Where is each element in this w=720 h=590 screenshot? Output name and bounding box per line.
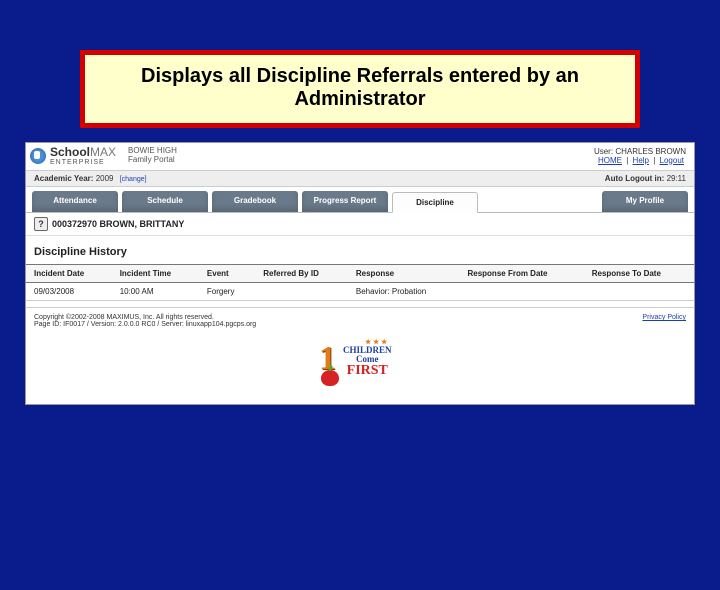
table-body: 09/03/200810:00 AMForgery Behavior: Proba… bbox=[26, 283, 694, 301]
help-icon[interactable]: ? bbox=[34, 217, 48, 231]
table-cell: 09/03/2008 bbox=[26, 283, 112, 301]
table-cell: Behavior: Probation bbox=[348, 283, 460, 301]
privacy-link[interactable]: Privacy Policy bbox=[642, 314, 686, 321]
tab-progress-report[interactable]: Progress Report bbox=[302, 191, 388, 212]
auto-logout-value: 29:11 bbox=[667, 174, 686, 183]
logout-link[interactable]: Logout bbox=[660, 156, 684, 165]
children-come-first-logo: ★ ★ ★ 1 CHILDREN Come FIRST bbox=[315, 336, 405, 392]
brand-name: SchoolMAX bbox=[50, 145, 116, 159]
auto-logout-label: Auto Logout in: bbox=[605, 174, 665, 183]
tab-attendance[interactable]: Attendance bbox=[32, 191, 118, 212]
section-title: Discipline History bbox=[26, 236, 694, 264]
col-incident-time: Incident Time bbox=[112, 265, 199, 283]
page-info: Page ID: IF0017 / Version: 2.0.0.0 RC0 /… bbox=[34, 321, 256, 328]
table-header-row: Incident DateIncident TimeEventReferred … bbox=[26, 265, 694, 283]
brand-sub: ENTERPRISE bbox=[50, 159, 116, 166]
portal-type: Family Portal bbox=[128, 156, 177, 165]
discipline-table: Incident DateIncident TimeEventReferred … bbox=[26, 264, 694, 301]
table-cell bbox=[459, 283, 583, 301]
col-response: Response bbox=[348, 265, 460, 283]
tab-gradebook[interactable]: Gradebook bbox=[212, 191, 298, 212]
academic-year-value: 2009 bbox=[96, 174, 114, 183]
table-row: 09/03/200810:00 AMForgery Behavior: Proba… bbox=[26, 283, 694, 301]
col-referred-by-id: Referred By ID bbox=[255, 265, 348, 283]
student-row: ? 000372970 BROWN, BRITTANY bbox=[26, 213, 694, 236]
tab-discipline[interactable]: Discipline bbox=[392, 192, 478, 213]
footer-logo-area: ★ ★ ★ 1 CHILDREN Come FIRST bbox=[26, 332, 694, 404]
brand-name-a: School bbox=[50, 145, 90, 159]
callout-banner: Displays all Discipline Referrals entere… bbox=[80, 50, 640, 128]
app-window: SchoolMAX ENTERPRISE BOWIE HIGH Family P… bbox=[25, 142, 695, 405]
col-event: Event bbox=[199, 265, 255, 283]
col-response-from-date: Response From Date bbox=[459, 265, 583, 283]
yearbar: Academic Year: 2009 [change] Auto Logout… bbox=[26, 170, 694, 187]
brand: SchoolMAX ENTERPRISE BOWIE HIGH Family P… bbox=[30, 145, 177, 166]
change-year-link[interactable]: [change] bbox=[120, 176, 147, 183]
home-link[interactable]: HOME bbox=[598, 156, 622, 165]
portal-name: BOWIE HIGH Family Portal bbox=[128, 147, 177, 165]
tab-schedule[interactable]: Schedule bbox=[122, 191, 208, 212]
user-label: User: bbox=[594, 147, 613, 156]
table-cell bbox=[255, 283, 348, 301]
logo-first: FIRST bbox=[343, 364, 392, 378]
footer: Copyright ©2002-2008 MAXIMUS, Inc. All r… bbox=[26, 307, 694, 332]
academic-year-label: Academic Year: bbox=[34, 174, 93, 183]
topbar: SchoolMAX ENTERPRISE BOWIE HIGH Family P… bbox=[26, 143, 694, 170]
user-area: User: CHARLES BROWN HOME | Help | Logout bbox=[594, 147, 686, 165]
student-id-name: 000372970 BROWN, BRITTANY bbox=[52, 219, 184, 229]
tab-my-profile[interactable]: My Profile bbox=[602, 191, 688, 212]
col-incident-date: Incident Date bbox=[26, 265, 112, 283]
copyright: Copyright ©2002-2008 MAXIMUS, Inc. All r… bbox=[34, 314, 256, 321]
user-name: CHARLES BROWN bbox=[615, 147, 686, 156]
col-response-to-date: Response To Date bbox=[584, 265, 694, 283]
brand-logo-icon bbox=[30, 148, 46, 164]
help-link[interactable]: Help bbox=[633, 156, 649, 165]
table-cell: Forgery bbox=[199, 283, 255, 301]
brand-name-b: MAX bbox=[90, 145, 116, 159]
table-cell bbox=[584, 283, 694, 301]
tabs: AttendanceScheduleGradebookProgress Repo… bbox=[26, 187, 694, 213]
table-cell: 10:00 AM bbox=[112, 283, 199, 301]
apple-icon bbox=[321, 370, 339, 386]
